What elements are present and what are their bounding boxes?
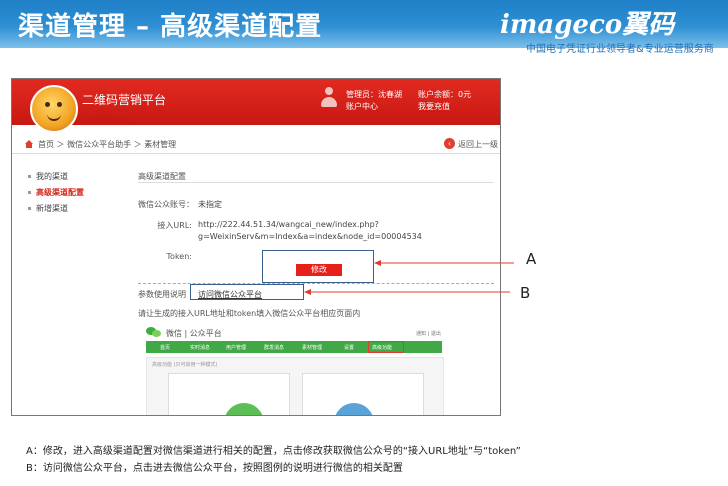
annotation-arrows <box>304 260 514 295</box>
arrow-a-head <box>374 260 381 266</box>
annotation-label-a: A <box>526 250 537 268</box>
note-a: A：修改，进入高级渠道配置对微信渠道进行相关的配置，点击修改获取微信公众号的“接… <box>26 446 521 457</box>
note-b: B：访问微信公众平台，点击进去微信公众平台，按照图例的说明进行微信的相关配置 <box>26 463 403 474</box>
annotation-label-b: B <box>520 284 531 302</box>
arrow-b-head <box>304 289 311 295</box>
